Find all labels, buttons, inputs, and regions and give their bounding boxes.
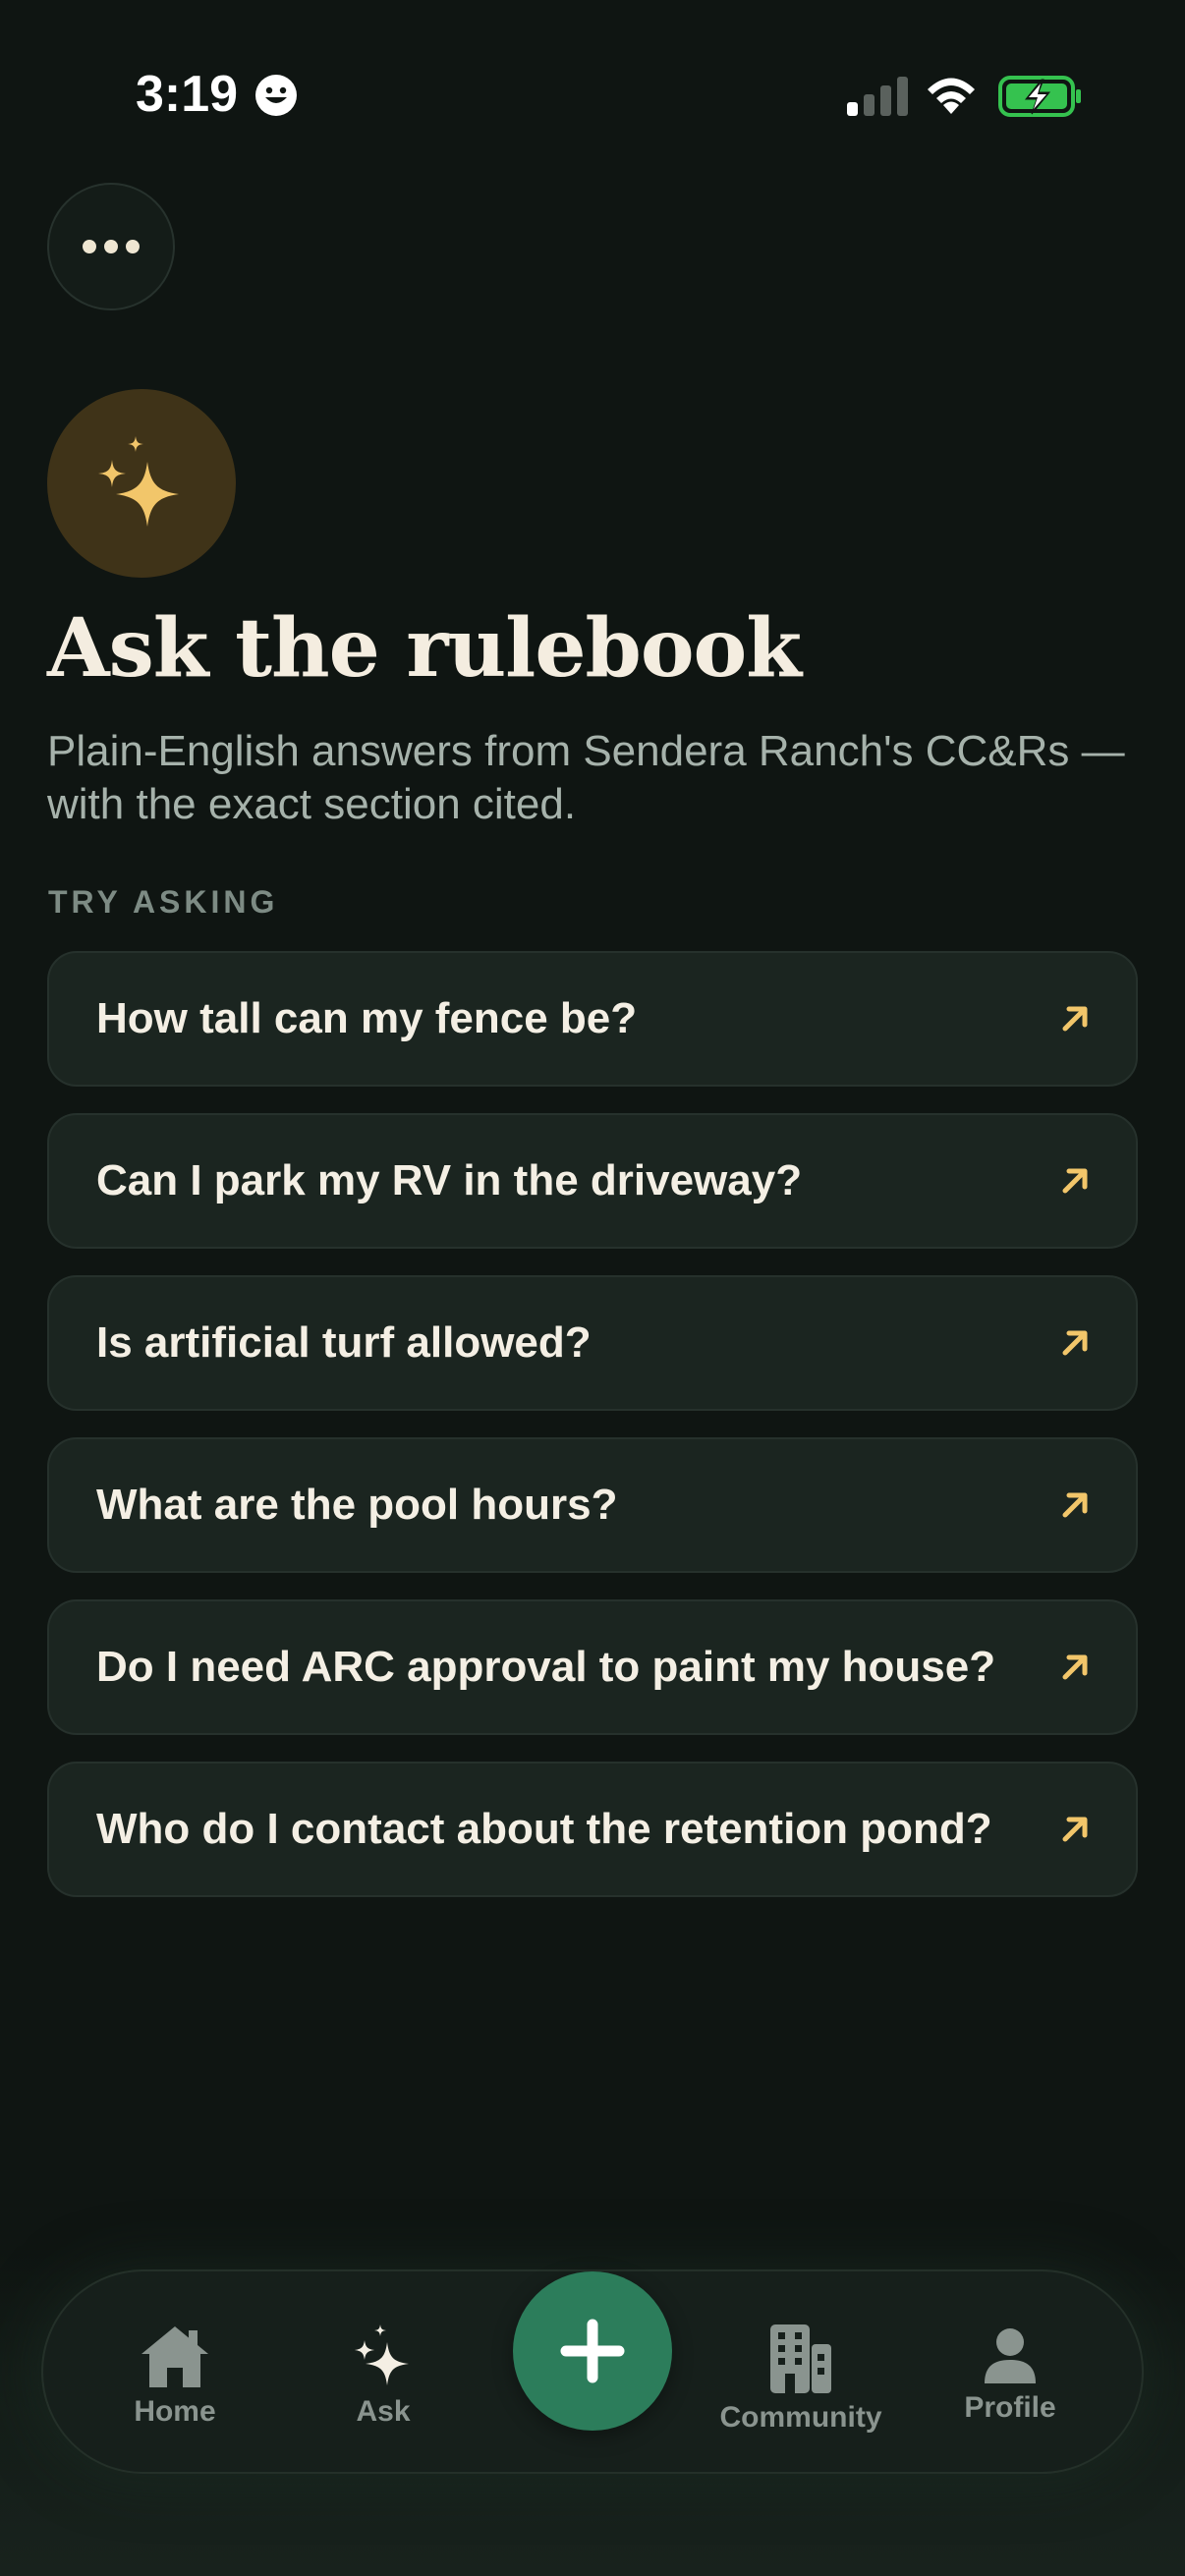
sparkles-icon [98,436,179,527]
tab-community[interactable]: Community [705,2323,896,2435]
suggestion-label: Can I park my RV in the driveway? [96,1156,803,1204]
suggestion-card[interactable]: Do I need ARC approval to paint my house… [47,1599,1138,1735]
tab-ask[interactable]: Ask [334,2323,432,2429]
tab-label: Ask [356,2395,411,2428]
battery-charging-icon [998,76,1081,117]
suggestion-card[interactable]: Can I park my RV in the driveway? [47,1113,1138,1249]
plus-icon [560,2319,625,2383]
wifi-icon [928,78,975,114]
section-label: TRY ASKING [48,884,279,920]
suggestion-label: Is artificial turf allowed? [96,1318,592,1367]
suggestion-card[interactable]: How tall can my fence be? [47,951,1138,1087]
status-time: 3:19 [136,66,239,123]
page-subtitle: Plain-English answers from Sendera Ranch… [47,727,1125,828]
arrow-up-right-icon [1062,1654,1088,1680]
suggestion-card[interactable]: Is artificial turf allowed? [47,1275,1138,1411]
tab-label: Home [134,2395,216,2428]
more-button[interactable] [47,183,175,310]
arrow-up-right-icon [1062,1817,1088,1842]
suggestion-label: What are the pool hours? [96,1481,618,1529]
home-icon [141,2326,208,2387]
more-dots-icon [83,240,96,253]
tab-label: Community [719,2401,882,2434]
suggestion-label: Who do I contact about the retention pon… [96,1805,992,1853]
tab-label: Profile [964,2391,1056,2424]
emoji-icon [255,75,297,116]
more-dot [104,240,118,253]
building-icon [770,2324,831,2393]
suggestion-card[interactable]: What are the pool hours? [47,1437,1138,1573]
suggestion-list: How tall can my fence be? Can I park my … [47,951,1138,1924]
hero-badge [47,389,236,578]
sparkles-icon [355,2324,409,2385]
arrow-up-right-icon [1062,1492,1088,1518]
suggestion-label: How tall can my fence be? [96,994,638,1042]
more-dot [126,240,140,253]
page-title: Ask the rulebook [47,601,802,696]
suggestion-card[interactable]: Who do I contact about the retention pon… [47,1762,1138,1897]
add-button[interactable] [513,2271,672,2431]
arrow-up-right-icon [1062,1168,1088,1194]
cellular-signal-icon [847,77,908,116]
tab-home[interactable]: Home [126,2323,224,2429]
tab-profile[interactable]: Profile [951,2326,1069,2425]
arrow-up-right-icon [1062,1330,1088,1356]
ask-screen: 3:19 Ask the rulebook Plain-English answ… [0,0,1185,2576]
person-icon [985,2328,1036,2383]
arrow-up-right-icon [1062,1006,1088,1032]
suggestion-label: Do I need ARC approval to paint my house… [96,1643,996,1691]
